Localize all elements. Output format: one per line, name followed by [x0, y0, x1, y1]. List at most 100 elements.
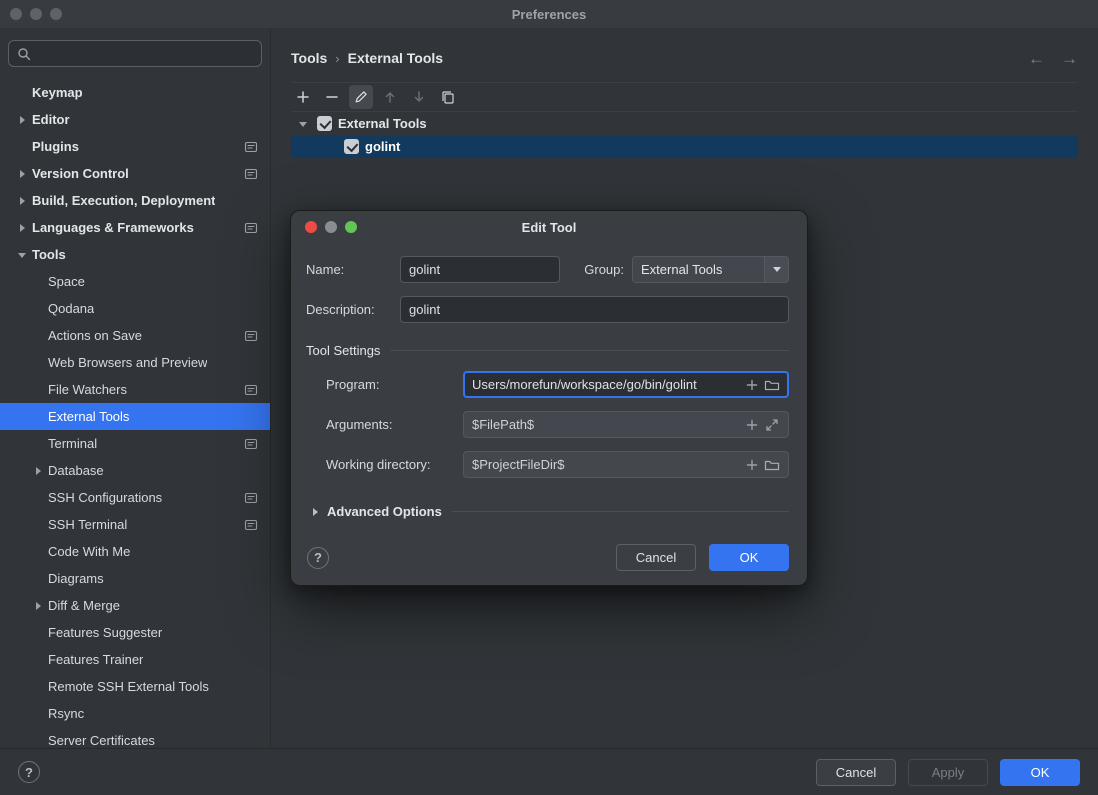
- chevron-spacer: [30, 679, 46, 695]
- sidebar-item-label: Space: [48, 274, 85, 289]
- chevron-spacer: [30, 544, 46, 560]
- settings-sidebar: Keymap EditorPlugins Version Control Build,…: [0, 28, 270, 748]
- advanced-options-toggle[interactable]: Advanced Options: [291, 504, 807, 519]
- sidebar-item-version-control[interactable]: Version Control: [0, 160, 270, 187]
- chevron-right-icon[interactable]: [14, 220, 30, 236]
- sidebar-item-label: Rsync: [48, 706, 84, 721]
- working-directory-field[interactable]: $ProjectFileDir$: [463, 451, 789, 478]
- golint-checkbox[interactable]: [344, 139, 359, 154]
- edit-tool-dialog: Edit Tool Name: Group: External Tools De…: [290, 210, 808, 586]
- program-label: Program:: [326, 377, 463, 392]
- sidebar-item-languages-frameworks[interactable]: Languages & Frameworks: [0, 214, 270, 241]
- sidebar-item-keymap[interactable]: Keymap: [0, 79, 270, 106]
- dialog-footer-bar: ? Cancel Apply OK: [0, 748, 1098, 795]
- add-button[interactable]: [291, 85, 315, 109]
- sidebar-item-remote-ssh-external-tools[interactable]: Remote SSH External Tools: [0, 673, 270, 700]
- chevron-down-icon[interactable]: [14, 247, 30, 263]
- back-arrow-icon[interactable]: ←: [1028, 50, 1045, 67]
- tree-row-external-tools[interactable]: External Tools: [291, 112, 1078, 135]
- breadcrumb-parent[interactable]: Tools: [291, 50, 327, 66]
- settings-search[interactable]: [8, 40, 262, 67]
- browse-folder-icon[interactable]: [762, 455, 782, 475]
- sidebar-item-server-certificates[interactable]: Server Certificates: [0, 727, 270, 748]
- insert-macro-icon[interactable]: [742, 415, 762, 435]
- settings-scope-icon: [244, 518, 258, 532]
- description-field[interactable]: [400, 296, 789, 323]
- arguments-label: Arguments:: [326, 417, 463, 432]
- remove-button[interactable]: [320, 85, 344, 109]
- search-icon: [17, 47, 31, 61]
- sidebar-item-features-suggester[interactable]: Features Suggester: [0, 619, 270, 646]
- name-field[interactable]: [400, 256, 560, 283]
- chevron-spacer: [30, 517, 46, 533]
- apply-button[interactable]: Apply: [908, 759, 988, 786]
- external-tools-tree: External Tools golint: [291, 112, 1078, 158]
- sidebar-item-code-with-me[interactable]: Code With Me: [0, 538, 270, 565]
- chevron-right-icon[interactable]: [14, 193, 30, 209]
- dialog-title: Edit Tool: [291, 220, 807, 235]
- sidebar-item-label: Languages & Frameworks: [32, 220, 194, 235]
- chevron-right-icon[interactable]: [14, 166, 30, 182]
- cancel-button[interactable]: Cancel: [816, 759, 896, 786]
- edit-button[interactable]: [349, 85, 373, 109]
- tools-toolbar: [291, 82, 1078, 112]
- chevron-down-icon[interactable]: [764, 257, 788, 282]
- settings-scope-icon: [244, 140, 258, 154]
- sidebar-item-label: File Watchers: [48, 382, 127, 397]
- arguments-field[interactable]: $FilePath$: [463, 411, 789, 438]
- group-dropdown[interactable]: External Tools: [632, 256, 789, 283]
- sidebar-item-ssh-configurations[interactable]: SSH Configurations: [0, 484, 270, 511]
- sidebar-item-terminal[interactable]: Terminal: [0, 430, 270, 457]
- chevron-spacer: [30, 436, 46, 452]
- sidebar-item-web-browsers-and-preview[interactable]: Web Browsers and Preview: [0, 349, 270, 376]
- chevron-down-icon[interactable]: [295, 116, 311, 132]
- sidebar-item-diagrams[interactable]: Diagrams: [0, 565, 270, 592]
- sidebar-item-label: SSH Configurations: [48, 490, 162, 505]
- insert-macro-icon[interactable]: [742, 375, 762, 395]
- sidebar-item-file-watchers[interactable]: File Watchers: [0, 376, 270, 403]
- chevron-spacer: [30, 301, 46, 317]
- sidebar-item-label: Actions on Save: [48, 328, 142, 343]
- settings-scope-icon: [244, 329, 258, 343]
- dialog-cancel-button[interactable]: Cancel: [616, 544, 696, 571]
- sidebar-item-label: Terminal: [48, 436, 97, 451]
- sidebar-item-label: Features Suggester: [48, 625, 162, 640]
- ok-button[interactable]: OK: [1000, 759, 1080, 786]
- sidebar-item-diff-merge[interactable]: Diff & Merge: [0, 592, 270, 619]
- sidebar-item-qodana[interactable]: Qodana: [0, 295, 270, 322]
- chevron-right-icon[interactable]: [14, 112, 30, 128]
- sidebar-item-plugins[interactable]: Plugins: [0, 133, 270, 160]
- sidebar-item-editor[interactable]: Editor: [0, 106, 270, 133]
- dialog-ok-button[interactable]: OK: [709, 544, 789, 571]
- search-input[interactable]: [37, 46, 253, 61]
- expand-field-icon[interactable]: [762, 415, 782, 435]
- sidebar-item-database[interactable]: Database: [0, 457, 270, 484]
- sidebar-item-space[interactable]: Space: [0, 268, 270, 295]
- insert-macro-icon[interactable]: [742, 455, 762, 475]
- help-button[interactable]: ?: [18, 761, 40, 783]
- sidebar-item-label: Keymap: [32, 85, 83, 100]
- chevron-spacer: [30, 571, 46, 587]
- forward-arrow-icon[interactable]: →: [1061, 50, 1078, 67]
- dialog-help-button[interactable]: ?: [307, 547, 329, 569]
- duplicate-button[interactable]: [436, 85, 460, 109]
- tree-root-label: External Tools: [338, 116, 427, 131]
- sidebar-item-rsync[interactable]: Rsync: [0, 700, 270, 727]
- sidebar-item-tools[interactable]: Tools: [0, 241, 270, 268]
- move-down-button[interactable]: [407, 85, 431, 109]
- chevron-right-icon[interactable]: [30, 598, 46, 614]
- chevron-spacer: [30, 409, 46, 425]
- sidebar-item-ssh-terminal[interactable]: SSH Terminal: [0, 511, 270, 538]
- sidebar-item-external-tools[interactable]: External Tools: [0, 403, 270, 430]
- tree-row-golint[interactable]: golint: [291, 135, 1078, 158]
- sidebar-item-build-execution-deployment[interactable]: Build, Execution, Deployment: [0, 187, 270, 214]
- browse-folder-icon[interactable]: [762, 375, 782, 395]
- sidebar-item-label: Version Control: [32, 166, 129, 181]
- move-up-button[interactable]: [378, 85, 402, 109]
- external-tools-checkbox[interactable]: [317, 116, 332, 131]
- program-field[interactable]: Users/morefun/workspace/go/bin/golint: [463, 371, 789, 398]
- sidebar-item-features-trainer[interactable]: Features Trainer: [0, 646, 270, 673]
- sidebar-item-actions-on-save[interactable]: Actions on Save: [0, 322, 270, 349]
- breadcrumb-separator-icon: ›: [335, 51, 339, 66]
- chevron-right-icon[interactable]: [30, 463, 46, 479]
